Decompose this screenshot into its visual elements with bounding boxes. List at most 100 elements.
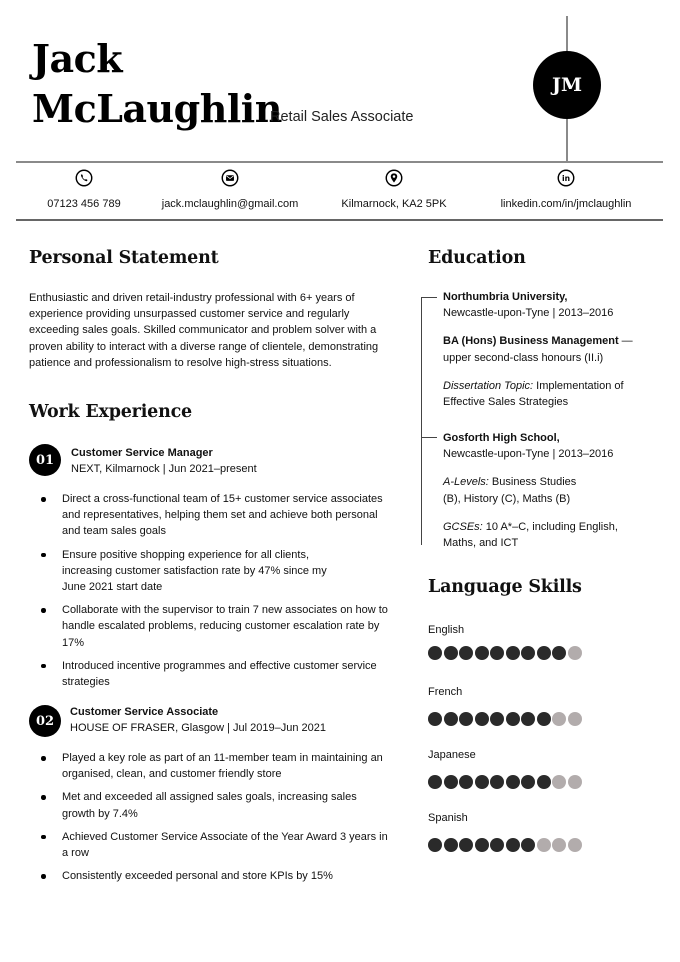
language-skills-heading: Language Skills: [428, 577, 582, 597]
education-heading: Education: [428, 248, 526, 268]
rating-dot-filled: [521, 712, 535, 726]
rating-dot-filled: [443, 775, 458, 789]
school-place-dates: Newcastle-upon-Tyne | 2013–2016: [443, 448, 614, 461]
education-timeline-tick: [421, 437, 437, 439]
bullet-item: Ensure positive shopping experience for …: [40, 547, 352, 596]
rating-dot-filled: [443, 838, 458, 852]
rating-dot-empty: [567, 838, 582, 852]
rating-dot-filled: [490, 838, 504, 852]
job-meta-1: NEXT, Kilmarnock | Jun 2021–present: [71, 463, 257, 475]
phone-icon: [75, 169, 93, 187]
rating-dot-filled: [459, 646, 473, 660]
job-number-badge: 02: [29, 705, 61, 737]
personal-statement-text: Enthusiastic and driven retail-industry …: [29, 292, 379, 369]
degree-detail: upper second-class honours (II.i): [443, 351, 604, 364]
rating-dot-filled: [428, 838, 442, 852]
rating-dot-filled: [474, 775, 489, 789]
rating-dot-filled: [505, 646, 520, 660]
rating-dot-filled: [443, 646, 458, 660]
degree-dash: —: [618, 335, 633, 348]
linkedin-icon: in: [557, 169, 575, 187]
job-title: Retail Sales Associate: [270, 109, 414, 125]
language-rating: [428, 646, 582, 660]
rating-dot-filled: [536, 712, 551, 726]
degree-name: BA (Hons) Business Management: [443, 335, 619, 348]
location-pin-icon: [385, 169, 403, 187]
rating-dot-filled: [505, 712, 520, 726]
rating-dot-filled: [428, 775, 442, 789]
bullet-item: Played a key role as part of an 11-membe…: [40, 750, 392, 782]
bullet-item: Direct a cross-functional team of 15+ cu…: [40, 491, 392, 540]
rating-dot-empty: [552, 712, 566, 726]
rating-dot-empty: [552, 838, 566, 852]
rating-dot-filled: [505, 838, 520, 852]
rating-dot-filled: [536, 775, 551, 789]
rating-dot-filled: [443, 712, 458, 726]
contact-email-text: jack.mclaughlin@gmail.com: [161, 198, 299, 210]
rating-dot-filled: [521, 646, 535, 660]
rating-dot-empty: [567, 646, 582, 660]
education-entry-university: Northumbria University, Newcastle-upon-T…: [443, 289, 653, 422]
language-name: English: [428, 624, 465, 636]
bullet-item: Achieved Customer Service Associate of t…: [40, 829, 392, 861]
work-experience-heading: Work Experience: [29, 402, 192, 422]
alevels-label: A-Levels:: [443, 476, 489, 489]
school-name: Northumbria University,: [443, 291, 568, 303]
rating-dot-filled: [490, 646, 504, 660]
rating-dot-filled: [474, 838, 489, 852]
job-title-1: Customer Service Manager: [71, 447, 213, 459]
education-timeline-tick: [421, 297, 437, 299]
language-rating: [428, 712, 582, 726]
rating-dot-filled: [474, 712, 489, 726]
personal-statement-heading: Personal Statement: [29, 248, 219, 268]
rating-dot-empty: [567, 712, 582, 726]
email-icon: [221, 169, 239, 187]
rating-dot-filled: [490, 775, 504, 789]
language-name: Japanese: [428, 749, 476, 761]
rating-dot-filled: [459, 838, 473, 852]
language-rating: [428, 838, 582, 852]
rating-dot-filled: [536, 646, 551, 660]
education-timeline-line: [421, 297, 423, 545]
dissertation-label: Dissertation Topic:: [443, 379, 534, 392]
school-name: Gosforth High School,: [443, 432, 560, 444]
contact-linkedin-text: linkedin.com/in/jmclaughlin: [500, 198, 632, 210]
language-name: French: [428, 686, 463, 698]
job-meta-2: HOUSE OF FRASER, Glasgow | Jul 2019–Jun …: [70, 722, 326, 734]
contact-linkedin[interactable]: in linkedin.com/in/jmclaughlin: [486, 169, 646, 210]
contact-location: Kilmarnock, KA2 5PK: [314, 169, 474, 210]
bullet-item: Met and exceeded all assigned sales goal…: [40, 789, 392, 821]
rating-dot-filled: [490, 712, 504, 726]
svg-text:in: in: [562, 174, 570, 183]
job-bullets-2: Played a key role as part of an 11-membe…: [40, 750, 392, 891]
gcse-label: GCSEs:: [443, 520, 483, 533]
first-name: Jack: [32, 36, 123, 81]
last-name: McLaughlin: [32, 86, 282, 131]
rating-dot-filled: [521, 775, 535, 789]
language-name: Spanish: [428, 812, 468, 824]
language-rating: [428, 775, 582, 789]
rating-dot-empty: [552, 775, 566, 789]
education-entry-high-school: Gosforth High School, Newcastle-upon-Tyn…: [443, 430, 653, 563]
bullet-item: Consistently exceeded personal and store…: [40, 868, 392, 884]
rating-dot-empty: [536, 838, 551, 852]
rating-dot-filled: [459, 775, 473, 789]
bullet-item: Collaborate with the supervisor to train…: [40, 602, 392, 651]
contact-phone[interactable]: 07123 456 789: [4, 169, 164, 210]
header-top-divider: [16, 161, 663, 163]
rating-dot-filled: [428, 646, 442, 660]
rating-dot-filled: [552, 646, 566, 660]
rating-dot-filled: [474, 646, 489, 660]
rating-dot-filled: [521, 838, 535, 852]
school-place-dates: Newcastle-upon-Tyne | 2013–2016: [443, 307, 614, 320]
bullet-item: Introduced incentive programmes and effe…: [40, 658, 392, 690]
header-bottom-divider: [16, 219, 663, 221]
job-number-badge: 01: [29, 444, 61, 476]
monogram-badge: JM: [533, 51, 601, 119]
contact-phone-text: 07123 456 789: [47, 198, 121, 210]
job-title-2: Customer Service Associate: [70, 706, 219, 718]
rating-dot-filled: [505, 775, 520, 789]
contact-email[interactable]: jack.mclaughlin@gmail.com: [150, 169, 310, 210]
rating-dot-empty: [567, 775, 582, 789]
job-bullets-1: Direct a cross-functional team of 15+ cu…: [40, 491, 392, 697]
